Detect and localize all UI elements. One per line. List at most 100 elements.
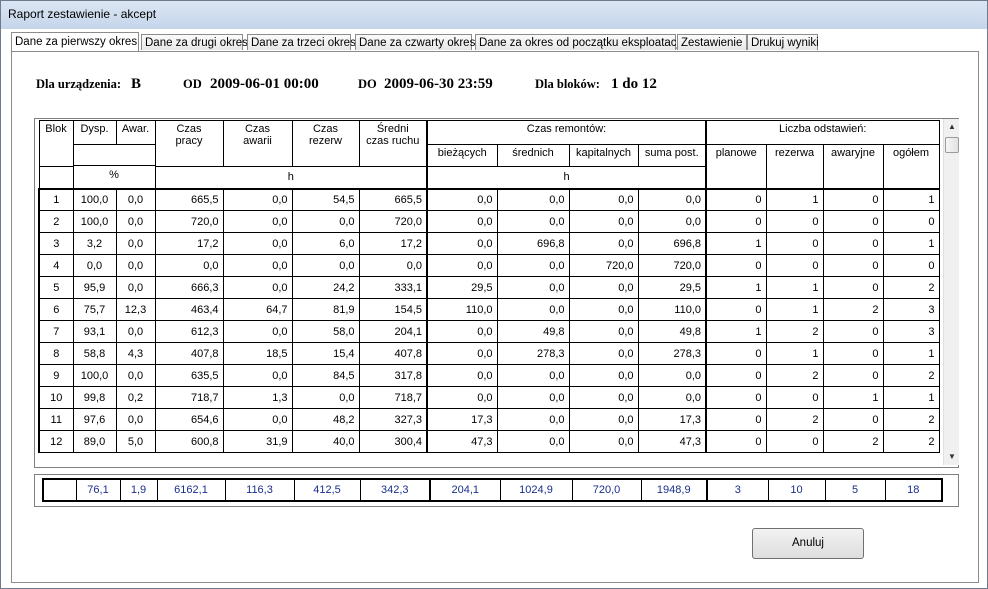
scroll-up-icon[interactable]: ▲ [948,122,956,131]
table-row[interactable]: 1 100,0 0,0 665,5 0,0 54,5 665,5 0,0 0,0 0,0 0,0 0 1… [38,188,940,211]
cell-planowe: 0 [705,210,767,233]
table-row[interactable]: 2 100,0 0,0 720,0 0,0 0,0 720,0 0,0 0,0 0,0 0,0 0 0 0… [38,210,940,233]
table-row[interactable]: 12 89,0 5,0 600,8 31,9 40,0 300,4 47,3 0,0 0,0 47,… [38,430,940,453]
table-row[interactable]: 5 95,9 0,0 666,3 0,0 24,2 333,1 29,5 0,0 0,0 29,5 1… [38,276,940,299]
cell-blok: 1 [38,188,74,211]
cell-rezerwa: 1 [765,342,824,365]
cell-sredni-czas-ruchu: 407,8 [358,342,428,365]
cell-srednich: 0,0 [496,364,570,387]
cell-blok: 7 [38,320,74,343]
cell-dysp: 97,6 [72,408,117,431]
cell-srednich: 49,8 [496,320,570,343]
col-header-dysp: Dysp. [72,120,117,145]
cell-awar: 0,0 [115,188,156,211]
cell-czas-pracy: 0,0 [154,254,224,277]
cell-czas-pracy: 600,8 [154,430,224,453]
table-row[interactable]: 3 3,2 0,0 17,2 0,0 6,0 17,2 0,0 696,8 0,0 696,8 1 0 0… [38,232,940,255]
tab-since-start[interactable]: Dane za okres od początku eksploatacji [475,34,682,50]
cell-dysp: 93,1 [72,320,117,343]
cell-biezacych: 17,3 [426,408,498,431]
cell-czas-awarii: 0,0 [222,254,293,277]
cell-suma-post: 278,3 [637,342,707,365]
table-row[interactable]: 7 93,1 0,0 612,3 0,0 58,0 204,1 0,0 49,8 0,0 49,8 1… [38,320,940,343]
table-row[interactable]: 4 0,0 0,0 0,0 0,0 0,0 0,0 0,0 0,0 720,0 720,0 0 0 0 0 [38,254,940,277]
cell-biezacych: 29,5 [426,276,498,299]
cell-sredni-czas-ruchu: 720,0 [358,210,428,233]
cell-czas-awarii: 0,0 [222,408,293,431]
cell-czas-pracy: 665,5 [154,188,224,211]
group-header-remontow: Czas remontów: [426,120,707,145]
cell-srednich: 0,0 [496,254,570,277]
vertical-scrollbar[interactable]: ▲ ▼ [943,119,959,465]
col-header-sredni: Średni czas ruchu [358,120,428,167]
totals-box: 76,1 1,9 6162,1 116,3 412,5 342,3 204,1 1024,9 7… [34,474,959,507]
cell-awar: 12,3 [115,298,156,321]
table-row[interactable]: 11 97,6 0,0 654,6 0,0 48,2 327,3 17,3 0,0 0,0 17,3… [38,408,940,431]
tab-third-period[interactable]: Dane za trzeci okres [247,34,356,50]
device-label: Dla urządzenia: [36,77,122,91]
cell-blok: 9 [38,364,74,387]
cell-kapitalnych: 0,0 [568,276,639,299]
cell-czas-awarii: 0,0 [222,276,293,299]
cell-czas-rezerw: 0,0 [291,210,360,233]
cell-sredni-czas-ruchu: 204,1 [358,320,428,343]
tab-print[interactable]: Drukuj wyniki [747,34,819,50]
total-ogolem: 18 [884,478,943,502]
cell-sredni-czas-ruchu: 327,3 [358,408,428,431]
cell-blok: 3 [38,232,74,255]
cell-kapitalnych: 0,0 [568,430,639,453]
col-header-suma-post: suma post. [637,144,707,167]
cell-awar: 0,0 [115,408,156,431]
cell-dysp: 99,8 [72,386,117,409]
cell-czas-pracy: 612,3 [154,320,224,343]
table-row[interactable]: 8 58,8 4,3 407,8 18,5 15,4 407,8 0,0 278,3 0,0 278… [38,342,940,365]
col-header-biezacych: bieżących [426,144,498,167]
table-row[interactable]: 6 75,7 12,3 463,4 64,7 81,9 154,5 110,0 0,0 0,0 11… [38,298,940,321]
col-header-czas-awarii: Czas awarii [222,120,293,167]
cell-awaryjne: 0 [822,408,884,431]
cell-blok: 8 [38,342,74,365]
cell-awaryjne: 2 [822,430,884,453]
cell-blok: 11 [38,408,74,431]
cell-ogolem: 2 [882,430,940,453]
cell-rezerwa: 0 [765,210,824,233]
tab-first-period[interactable]: Dane za pierwszy okres [11,32,139,51]
cell-srednich: 0,0 [496,210,570,233]
cell-czas-awarii: 0,0 [222,210,293,233]
cell-czas-rezerw: 0,0 [291,386,360,409]
cell-sredni-czas-ruchu: 17,2 [358,232,428,255]
cell-biezacych: 0,0 [426,386,498,409]
cell-ogolem: 3 [882,298,940,321]
cell-srednich: 0,0 [496,408,570,431]
cell-biezacych: 0,0 [426,232,498,255]
cell-awar: 0,0 [115,210,156,233]
cell-suma-post: 49,8 [637,320,707,343]
cell-ogolem: 0 [882,254,940,277]
cell-rezerwa: 1 [765,188,824,211]
tab-summary[interactable]: Zestawienie [677,34,747,50]
cell-suma-post: 110,0 [637,298,707,321]
tab-second-period[interactable]: Dane za drugi okres [141,34,248,50]
tab-fourth-period[interactable]: Dane za czwarty okres [355,34,475,50]
col-header-awar: Awar. [115,120,156,145]
cell-kapitalnych: 0,0 [568,342,639,365]
table-row[interactable]: 10 99,8 0,2 718,7 1,3 0,0 718,7 0,0 0,0 0,0 0,0 0 0 1… [38,386,940,409]
cell-planowe: 0 [705,408,767,431]
cell-awaryjne: 0 [822,188,884,211]
scroll-down-icon[interactable]: ▼ [948,452,956,461]
cell-biezacych: 0,0 [426,210,498,233]
cell-sredni-czas-ruchu: 333,1 [358,276,428,299]
col-header-kapitalnych: kapitalnych [568,144,639,167]
cell-kapitalnych: 0,0 [568,320,639,343]
cell-awar: 5,0 [115,430,156,453]
cell-rezerwa: 2 [765,320,824,343]
data-grid[interactable]: Blok Dysp. Awar. Czas pracy Czas awarii Cz… [34,118,959,468]
table-row[interactable]: 9 100,0 0,0 635,5 0,0 84,5 317,8 0,0 0,0 0,0 0,0 0 2… [38,364,940,387]
cell-ogolem: 1 [882,386,940,409]
cell-blok: 6 [38,298,74,321]
cancel-button[interactable]: Anuluj [752,528,864,559]
cell-biezacych: 0,0 [426,188,498,211]
cell-blok: 4 [38,254,74,277]
scroll-thumb[interactable] [945,137,959,153]
cell-awaryjne: 0 [822,232,884,255]
